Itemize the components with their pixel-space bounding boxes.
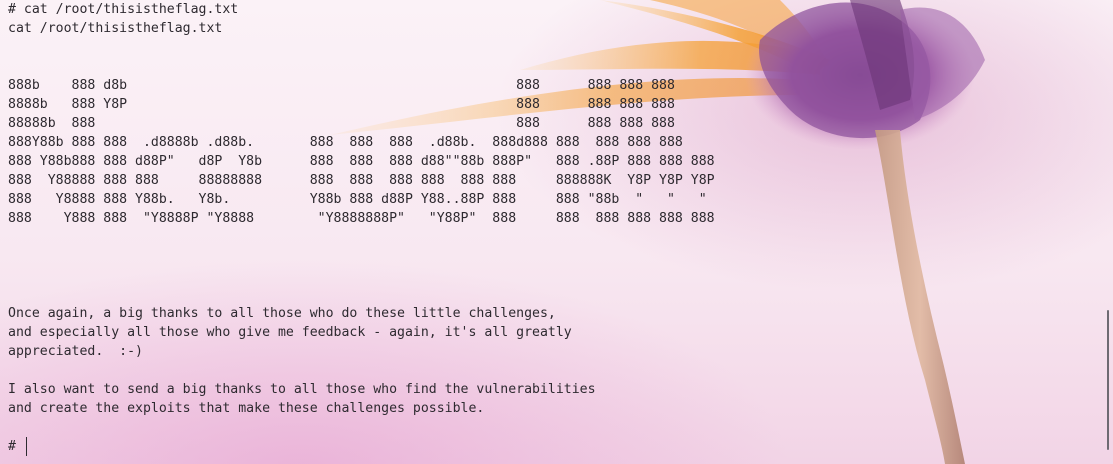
ascii-art-line: 888Y88b 888 888 .d8888b .d88b. 888 888 8… [8,135,683,150]
shell-prompt-row[interactable]: # [8,437,1098,456]
ascii-art-line: 888 Y88888 888 888 88888888 888 888 888 … [8,173,715,188]
message-line: appreciated. :-) [8,344,143,359]
ascii-art-line: 88888b 888 888 888 888 888 [8,116,675,131]
ascii-art-line: 888b 888 d8b 888 888 888 888 [8,78,675,93]
ascii-art-line: 888 Y8888 888 Y88b. Y8b. Y88b 888 d88P Y… [8,192,707,207]
terminal-line: cat /root/thisistheflag.txt [8,21,223,36]
shell-prompt: # [8,439,24,454]
ascii-art-line: 888 Y888 888 "Y8888P "Y8888 "Y8888888P" … [8,211,715,226]
terminal-scrollbar[interactable] [1107,310,1109,450]
message-line: Once again, a big thanks to all those wh… [8,306,556,321]
terminal-output[interactable]: # cat /root/thisistheflag.txt cat /root/… [8,0,1098,464]
message-line: I also want to send a big thanks to all … [8,382,596,397]
ascii-art-line: 8888b 888 Y8P 888 888 888 888 [8,97,675,112]
message-line: and create the exploits that make these … [8,401,485,416]
text-cursor [25,437,27,456]
message-line: and especially all those who give me fee… [8,325,572,340]
ascii-art-line: 888 Y88b888 888 d88P" d8P Y8b 888 888 88… [8,154,715,169]
terminal-line: # cat /root/thisistheflag.txt [8,2,239,17]
